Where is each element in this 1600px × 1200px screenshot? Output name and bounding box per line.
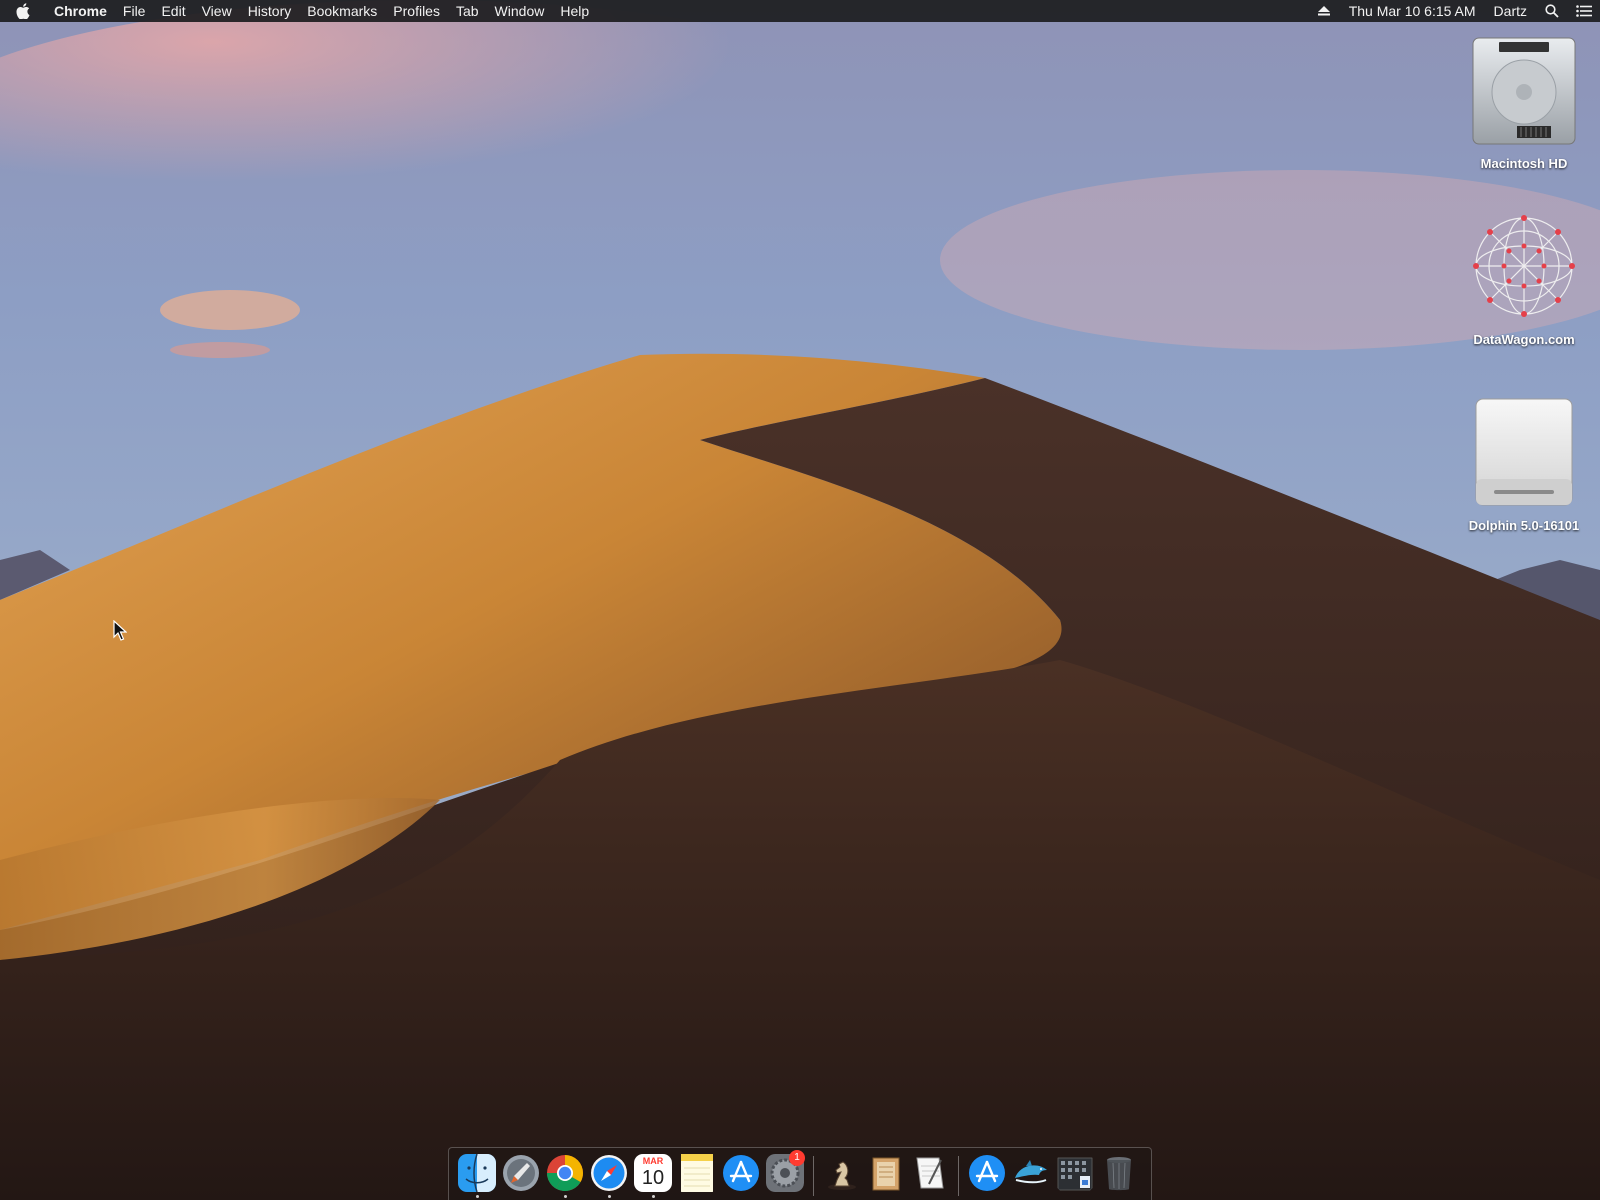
dock-app-library[interactable] bbox=[864, 1148, 908, 1200]
desktop-icon-dolphin[interactable]: Dolphin 5.0-16101 bbox=[1454, 392, 1594, 533]
safari-icon bbox=[590, 1154, 628, 1192]
desktop-wallpaper bbox=[0, 0, 1600, 1200]
notification-center-icon[interactable] bbox=[1568, 0, 1600, 22]
menu-help[interactable]: Help bbox=[552, 0, 597, 22]
dock: MAR 10 1 bbox=[448, 1147, 1152, 1200]
dock-app-launchpad[interactable] bbox=[499, 1148, 543, 1200]
network-globe-icon bbox=[1464, 206, 1584, 326]
apple-menu-icon[interactable] bbox=[0, 0, 46, 22]
dock-app-safari[interactable] bbox=[587, 1148, 631, 1200]
dock-app-app-store-folder[interactable] bbox=[965, 1148, 1009, 1200]
calendar-icon: MAR 10 bbox=[634, 1154, 672, 1192]
menu-profiles[interactable]: Profiles bbox=[385, 0, 448, 22]
menu-bookmarks[interactable]: Bookmarks bbox=[299, 0, 385, 22]
dolphin-icon bbox=[1012, 1154, 1050, 1192]
mouse-pointer-icon bbox=[113, 619, 128, 642]
dock-app-downloads-stack[interactable] bbox=[1053, 1148, 1097, 1200]
chrome-icon bbox=[546, 1154, 584, 1192]
desktop-icon-label: Dolphin 5.0-16101 bbox=[1468, 518, 1580, 533]
chess-icon bbox=[823, 1154, 861, 1192]
app-store-icon bbox=[722, 1154, 760, 1192]
dock-app-trash[interactable] bbox=[1097, 1148, 1141, 1200]
dock-app-finder[interactable] bbox=[455, 1148, 499, 1200]
menu-edit[interactable]: Edit bbox=[153, 0, 193, 22]
dock-app-dolphin[interactable] bbox=[1009, 1148, 1053, 1200]
calendar-day: 10 bbox=[641, 1167, 665, 1189]
finder-icon bbox=[458, 1154, 496, 1192]
dock-app-system-preferences[interactable]: 1 bbox=[763, 1148, 807, 1200]
trash-icon bbox=[1100, 1154, 1138, 1192]
desktop-icon-datawagon[interactable]: DataWagon.com bbox=[1454, 206, 1594, 347]
desktop-icon-macintosh-hd[interactable]: Macintosh HD bbox=[1454, 30, 1594, 171]
dock-app-calendar[interactable]: MAR 10 bbox=[631, 1148, 675, 1200]
downloads-stack-icon bbox=[1056, 1154, 1094, 1192]
notification-badge: 1 bbox=[789, 1150, 805, 1166]
dock-separator bbox=[958, 1156, 959, 1196]
menu-view[interactable]: View bbox=[194, 0, 240, 22]
menu-bar-clock[interactable]: Thu Mar 10 6:15 AM bbox=[1340, 0, 1485, 22]
menu-bar-status-area: Thu Mar 10 6:15 AM Dartz bbox=[1308, 0, 1600, 22]
dock-app-app-store[interactable] bbox=[719, 1148, 763, 1200]
spotlight-search-icon[interactable] bbox=[1536, 0, 1568, 22]
dock-app-chrome[interactable] bbox=[543, 1148, 587, 1200]
dock-app-notes[interactable] bbox=[675, 1148, 719, 1200]
menu-app-name[interactable]: Chrome bbox=[46, 0, 115, 22]
dock-app-chess[interactable] bbox=[820, 1148, 864, 1200]
hard-drive-icon bbox=[1464, 30, 1584, 150]
eject-icon[interactable] bbox=[1308, 0, 1340, 22]
menu-tab[interactable]: Tab bbox=[448, 0, 487, 22]
menu-bar-user[interactable]: Dartz bbox=[1485, 0, 1536, 22]
app-store-folder-icon bbox=[968, 1154, 1006, 1192]
launchpad-icon bbox=[502, 1154, 540, 1192]
desktop-icon-label: DataWagon.com bbox=[1473, 332, 1575, 347]
menu-history[interactable]: History bbox=[240, 0, 300, 22]
menu-file[interactable]: File bbox=[115, 0, 154, 22]
calendar-month: MAR bbox=[642, 1156, 664, 1166]
textedit-icon bbox=[911, 1154, 949, 1192]
dock-separator bbox=[813, 1156, 814, 1196]
desktop-icon-label: Macintosh HD bbox=[1480, 156, 1568, 171]
library-icon bbox=[867, 1154, 905, 1192]
menu-bar: Chrome File Edit View History Bookmarks … bbox=[0, 0, 1600, 22]
menu-window[interactable]: Window bbox=[487, 0, 553, 22]
notes-icon bbox=[678, 1154, 716, 1192]
external-drive-icon bbox=[1464, 392, 1584, 512]
dock-app-textedit[interactable] bbox=[908, 1148, 952, 1200]
